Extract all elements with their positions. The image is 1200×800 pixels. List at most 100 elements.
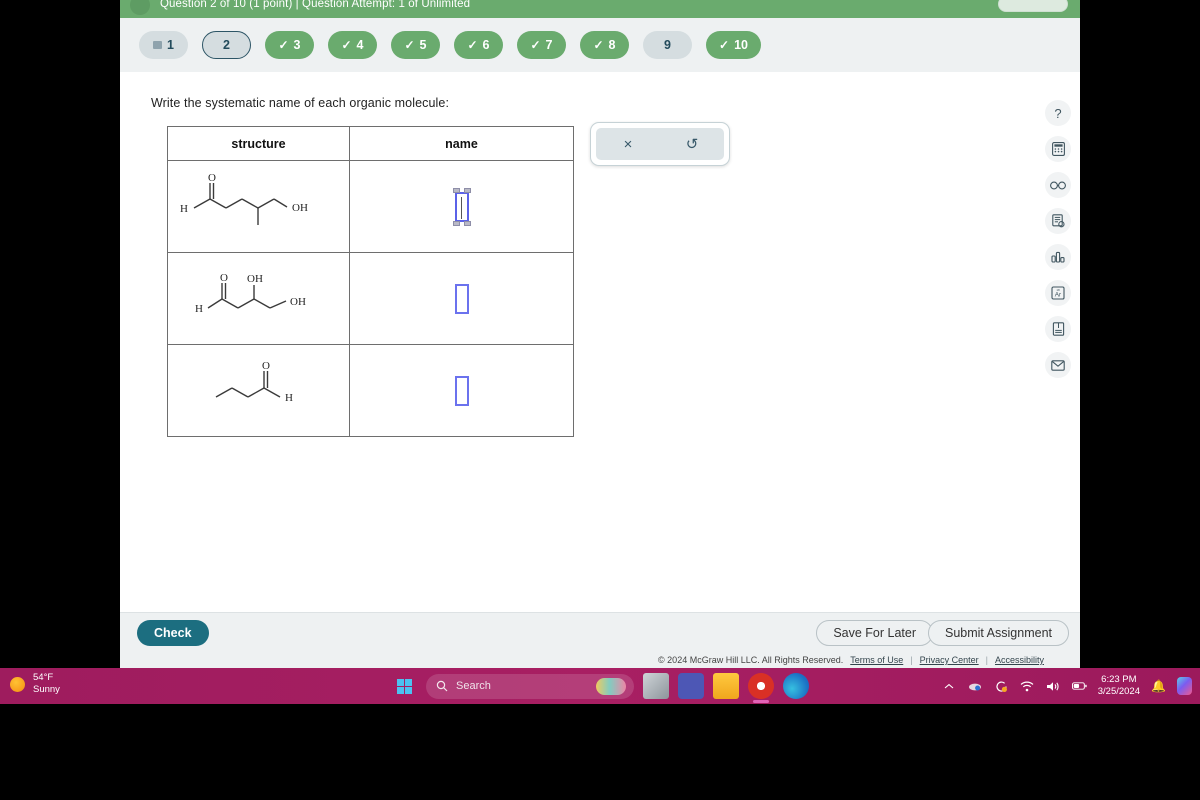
carbonyl-o-label: O xyxy=(208,172,216,184)
aldehyde-h-label: H xyxy=(195,303,203,315)
check-icon: ✓ xyxy=(593,38,604,52)
question-pill-label: 5 xyxy=(419,38,427,52)
resize-handle[interactable] xyxy=(463,187,471,193)
question-header-title: Question 2 of 10 (1 point) | Question At… xyxy=(160,0,471,10)
table-header-row: structure name xyxy=(167,126,574,161)
onedrive-icon[interactable] xyxy=(968,679,983,694)
accessibility-link[interactable]: Accessibility xyxy=(995,655,1044,665)
bell-icon[interactable]: 🔔 xyxy=(1151,679,1166,694)
clock[interactable]: 6:23 PM 3/25/2024 xyxy=(1098,674,1140,698)
hydroxyl-end-label: OH xyxy=(290,296,306,308)
column-header-name: name xyxy=(349,126,574,161)
file-explorer-app[interactable] xyxy=(713,673,739,699)
question-body: Write the systematic name of each organi… xyxy=(120,72,1080,612)
question-pill-label: 8 xyxy=(608,38,616,52)
bar-chart-glyph xyxy=(1051,251,1065,263)
copilot-icon[interactable] xyxy=(1177,677,1192,695)
name-cell-2[interactable] xyxy=(349,252,574,345)
periodic-table-glyph: Ar 18 xyxy=(1051,286,1065,300)
name-cell-3[interactable] xyxy=(349,344,574,437)
question-pill-label: 3 xyxy=(293,38,301,52)
copilot-glyph xyxy=(1177,677,1192,695)
resize-handle[interactable] xyxy=(452,220,460,226)
check-icon: ✓ xyxy=(278,38,289,52)
molecule-3-4-dihydroxybutanal: H O OH OH xyxy=(195,272,306,315)
answer-input-1[interactable] xyxy=(452,187,471,226)
answer-input-3[interactable] xyxy=(454,375,469,406)
glasses-icon[interactable] xyxy=(1045,172,1071,198)
action-bar: Check Save For Later Submit Assignment xyxy=(120,612,1080,652)
assignment-header: Question 2 of 10 (1 point) | Question At… xyxy=(120,0,1080,18)
calculator-glyph xyxy=(1051,142,1065,156)
question-pill-1[interactable]: 1 xyxy=(139,31,188,59)
svg-text:18: 18 xyxy=(1056,288,1060,292)
footer-separator: | xyxy=(985,655,988,665)
terms-of-use-link[interactable]: Terms of Use xyxy=(850,655,903,665)
calculator-icon[interactable] xyxy=(1045,136,1071,162)
search-placeholder: Search xyxy=(456,680,491,692)
message-icon[interactable] xyxy=(1045,352,1071,378)
undo-button[interactable]: ↺ xyxy=(675,131,709,157)
question-pill-label: 10 xyxy=(734,38,748,52)
question-pill-9[interactable]: 9 xyxy=(643,31,692,59)
question-pill-4[interactable]: ✓ 4 xyxy=(328,31,377,59)
clock-date: 3/25/2024 xyxy=(1097,686,1140,697)
reference-sheet-icon[interactable] xyxy=(1045,208,1071,234)
save-for-later-button[interactable]: Save For Later xyxy=(816,620,933,646)
question-nav: 1 2 ✓ 3 ✓ 4 ✓ 5 ✓ 6 ✓ 7 ✓ 8 9 ✓ 10 xyxy=(120,18,1080,72)
submit-assignment-button[interactable]: Submit Assignment xyxy=(928,620,1069,646)
volume-icon[interactable] xyxy=(1046,679,1061,694)
glasses-glyph xyxy=(1050,181,1066,189)
question-pill-label: 9 xyxy=(664,38,671,52)
windows-taskbar: 54°F Sunny Search 6:23 PM 3/25/2024 🔔 xyxy=(0,668,1200,704)
question-pill-label: 4 xyxy=(356,38,364,52)
question-pill-8[interactable]: ✓ 8 xyxy=(580,31,629,59)
aldehyde-h-label: H xyxy=(285,392,293,404)
windows-logo-icon xyxy=(396,678,412,694)
textbook-icon[interactable] xyxy=(1045,316,1071,342)
check-button[interactable]: Check xyxy=(137,620,209,646)
teams-icon xyxy=(678,673,704,699)
clear-answer-button[interactable]: × xyxy=(611,131,645,157)
question-pill-2[interactable]: 2 xyxy=(202,31,251,59)
structure-cell-1: H O OH xyxy=(167,160,350,253)
help-icon[interactable]: ? xyxy=(1045,100,1071,126)
resize-handle[interactable] xyxy=(452,187,460,193)
periodic-table-icon[interactable]: Ar 18 xyxy=(1045,280,1071,306)
question-pill-6[interactable]: ✓ 6 xyxy=(454,31,503,59)
active-app-indicator xyxy=(753,700,769,703)
bar-chart-icon[interactable] xyxy=(1045,244,1071,270)
resize-handle[interactable] xyxy=(463,220,471,226)
task-view-button[interactable] xyxy=(643,673,669,699)
avatar-icon xyxy=(130,0,150,15)
start-button[interactable] xyxy=(391,673,417,699)
search-input[interactable]: Search xyxy=(426,673,634,699)
edge-app[interactable] xyxy=(783,673,809,699)
question-pill-5[interactable]: ✓ 5 xyxy=(391,31,440,59)
battery-icon[interactable] xyxy=(1071,679,1087,694)
wifi-icon[interactable] xyxy=(1020,679,1035,694)
question-pill-label: 6 xyxy=(482,38,490,52)
file-explorer-icon xyxy=(713,673,739,699)
update-icon[interactable] xyxy=(994,679,1009,694)
question-pill-3[interactable]: ✓ 3 xyxy=(265,31,314,59)
teams-app[interactable] xyxy=(678,673,704,699)
question-pill-10[interactable]: ✓ 10 xyxy=(706,31,761,59)
question-pill-label: 1 xyxy=(167,38,174,52)
question-pill-7[interactable]: ✓ 7 xyxy=(517,31,566,59)
header-action-button[interactable] xyxy=(998,0,1068,12)
privacy-center-link[interactable]: Privacy Center xyxy=(920,655,979,665)
task-view-icon xyxy=(643,673,669,699)
check-icon: ✓ xyxy=(719,38,730,52)
chrome-app[interactable] xyxy=(748,673,774,703)
message-glyph xyxy=(1051,359,1065,371)
question-prompt: Write the systematic name of each organi… xyxy=(151,96,450,110)
answer-input-2[interactable] xyxy=(454,283,469,314)
hydroxyl-mid-label: OH xyxy=(247,273,263,285)
check-icon: ✓ xyxy=(530,38,541,52)
name-cell-1[interactable] xyxy=(349,160,574,253)
chevron-up-icon[interactable] xyxy=(942,679,957,694)
text-caret xyxy=(460,196,462,219)
hydroxyl-label: OH xyxy=(292,202,308,214)
aldehyde-h-label: H xyxy=(180,203,188,215)
